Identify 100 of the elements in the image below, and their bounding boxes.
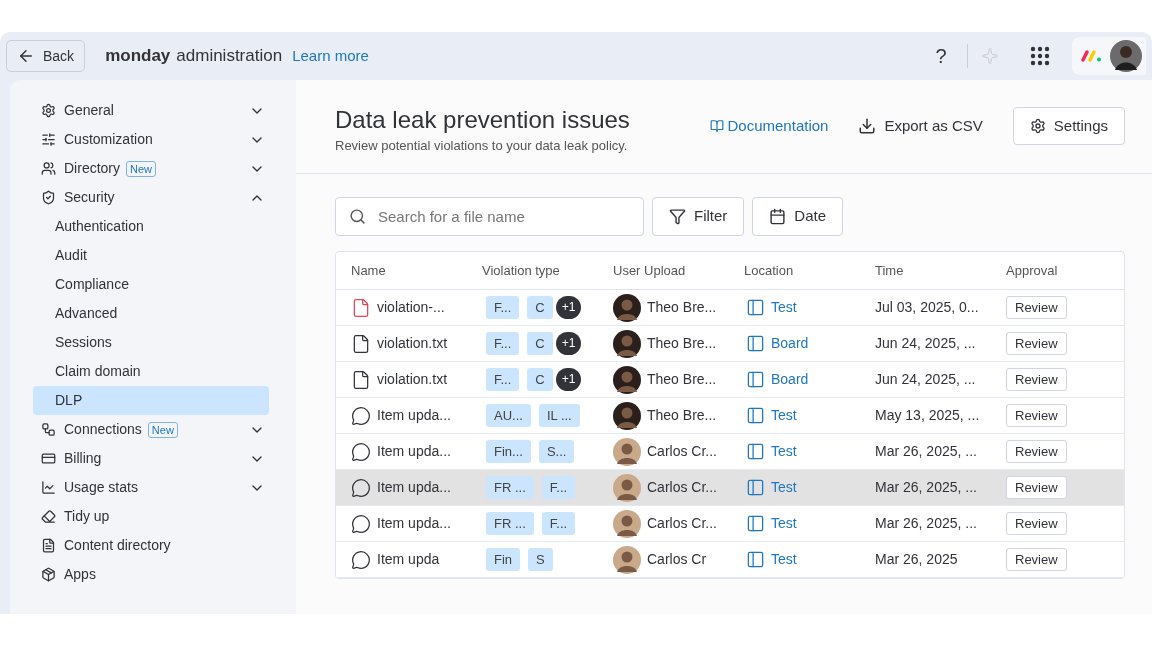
- sidebar-item[interactable]: Directory New: [41, 154, 269, 183]
- settings-button[interactable]: Settings: [1012, 107, 1125, 145]
- board-icon: [746, 370, 765, 389]
- learn-more-link[interactable]: Learn more: [292, 45, 369, 68]
- review-button[interactable]: Review: [1006, 440, 1067, 463]
- file-name: Item upda...: [377, 514, 451, 533]
- sidebar-item[interactable]: Usage stats: [41, 473, 269, 502]
- location-link[interactable]: Test: [771, 405, 797, 426]
- location-link[interactable]: Test: [771, 549, 797, 570]
- violation-tag: F...: [541, 476, 576, 499]
- violation-tag: AU...: [486, 404, 531, 427]
- location-link[interactable]: Board: [771, 333, 809, 354]
- violation-tag: F...: [486, 296, 520, 319]
- sidebar-item[interactable]: Customization: [41, 125, 269, 154]
- settings-icon: [1029, 118, 1046, 134]
- violation-tag: F...: [486, 368, 520, 391]
- sidebar-item[interactable]: Content directory: [41, 531, 269, 560]
- date-button[interactable]: Date: [752, 197, 844, 236]
- logo-icon: [1080, 49, 1102, 63]
- sidebar-subitem[interactable]: Authentication: [33, 212, 269, 241]
- eraser-icon: [41, 509, 56, 524]
- time-cell: Mar 26, 2025, ...: [875, 443, 977, 459]
- file-name: violation.txt: [377, 334, 448, 353]
- column-header: Approval: [1006, 262, 1058, 278]
- location-link[interactable]: Test: [771, 513, 797, 534]
- people-icon: [41, 161, 56, 176]
- location-link[interactable]: Board: [771, 369, 809, 390]
- violation-tag: C: [527, 368, 553, 391]
- time-cell: May 13, 2025, ...: [875, 407, 980, 423]
- box-icon: [41, 567, 56, 582]
- review-button[interactable]: Review: [1006, 332, 1067, 355]
- filter-button[interactable]: Filter: [652, 197, 745, 236]
- download-icon: [858, 117, 877, 135]
- gear-icon: [41, 103, 56, 118]
- account-switcher[interactable]: [1072, 37, 1146, 75]
- avatar-icon[interactable]: [1110, 40, 1142, 72]
- avatar-icon: [613, 437, 641, 466]
- sidebar-subitem[interactable]: Advanced: [33, 299, 269, 328]
- sidebar-subitem[interactable]: Compliance: [33, 270, 269, 299]
- nodes-icon: [41, 422, 56, 437]
- location-link[interactable]: Test: [771, 477, 797, 498]
- board-icon: [746, 298, 765, 317]
- sidebar-item[interactable]: General: [41, 96, 269, 125]
- sidebar-item[interactable]: Billing: [41, 444, 269, 473]
- location-link[interactable]: Test: [771, 441, 797, 462]
- review-button[interactable]: Review: [1006, 404, 1067, 427]
- shield-icon: [41, 190, 56, 205]
- sidebar-item[interactable]: Apps: [41, 560, 269, 589]
- violation-tag: IL ...: [538, 404, 580, 427]
- help-button[interactable]: ?: [925, 41, 957, 71]
- review-button[interactable]: Review: [1006, 476, 1067, 499]
- apps-grid-icon[interactable]: [1030, 46, 1050, 66]
- document-icon: [41, 538, 56, 553]
- page-subtitle: Review potential violations to your data leak policy.: [335, 137, 629, 155]
- file-name: Item upda: [377, 550, 440, 569]
- violation-tag: FR ...: [486, 512, 534, 535]
- column-header: Name: [351, 262, 386, 278]
- search-field[interactable]: Search for a file name: [335, 197, 644, 236]
- comment-icon: [351, 477, 371, 498]
- comment-icon: [351, 513, 371, 534]
- sidebar-item[interactable]: Tidy up: [41, 502, 269, 531]
- review-button[interactable]: Review: [1006, 548, 1067, 571]
- time-cell: Mar 26, 2025, ...: [875, 515, 977, 531]
- file-icon: [351, 333, 371, 354]
- count-badge: +1: [555, 332, 582, 355]
- file-icon: [351, 369, 371, 390]
- back-button[interactable]: Back: [6, 40, 86, 72]
- violation-tag: C: [527, 296, 553, 319]
- review-button[interactable]: Review: [1006, 512, 1067, 535]
- time-cell: Mar 26, 2025, ...: [875, 479, 977, 495]
- export-button[interactable]: Export as CSV: [858, 114, 983, 138]
- time-cell: Jul 03, 2025, 0...: [875, 299, 979, 315]
- file-name: Item upda...: [377, 442, 451, 461]
- avatar-icon: [613, 293, 641, 322]
- violation-tag: Fin...: [486, 440, 531, 463]
- sidebar-subitem[interactable]: Claim domain: [33, 357, 269, 386]
- file-icon: [351, 297, 371, 318]
- filter-icon: [669, 208, 686, 225]
- board-icon: [746, 550, 765, 569]
- board-icon: [746, 514, 765, 533]
- chart-icon: [41, 480, 56, 495]
- sidebar-subitem[interactable]: DLP: [33, 386, 269, 415]
- violation-tag: C: [527, 332, 553, 355]
- table-row[interactable]: Item upda... FR ... F... Carlos Cr... Test Mar 26, 2025, ... Review: [336, 470, 1124, 506]
- review-button[interactable]: Review: [1006, 368, 1067, 391]
- sidebar-item[interactable]: Security: [41, 183, 269, 212]
- review-button[interactable]: Review: [1006, 296, 1067, 319]
- search-icon: [349, 208, 366, 225]
- user-name: Theo Bre...: [647, 370, 717, 389]
- location-link[interactable]: Test: [771, 297, 797, 318]
- column-header: Location: [744, 262, 794, 278]
- avatar-icon: [613, 365, 641, 394]
- avatar-icon: [613, 473, 641, 502]
- time-cell: Jun 24, 2025, ...: [875, 335, 976, 351]
- sidebar-subitem[interactable]: Audit: [33, 241, 269, 270]
- count-badge: +1: [555, 368, 582, 391]
- sidebar-subitem[interactable]: Sessions: [33, 328, 269, 357]
- sidebar-item[interactable]: Connections New: [41, 415, 269, 444]
- violation-tag: F...: [486, 332, 520, 355]
- documentation-link[interactable]: Documentation: [709, 114, 829, 138]
